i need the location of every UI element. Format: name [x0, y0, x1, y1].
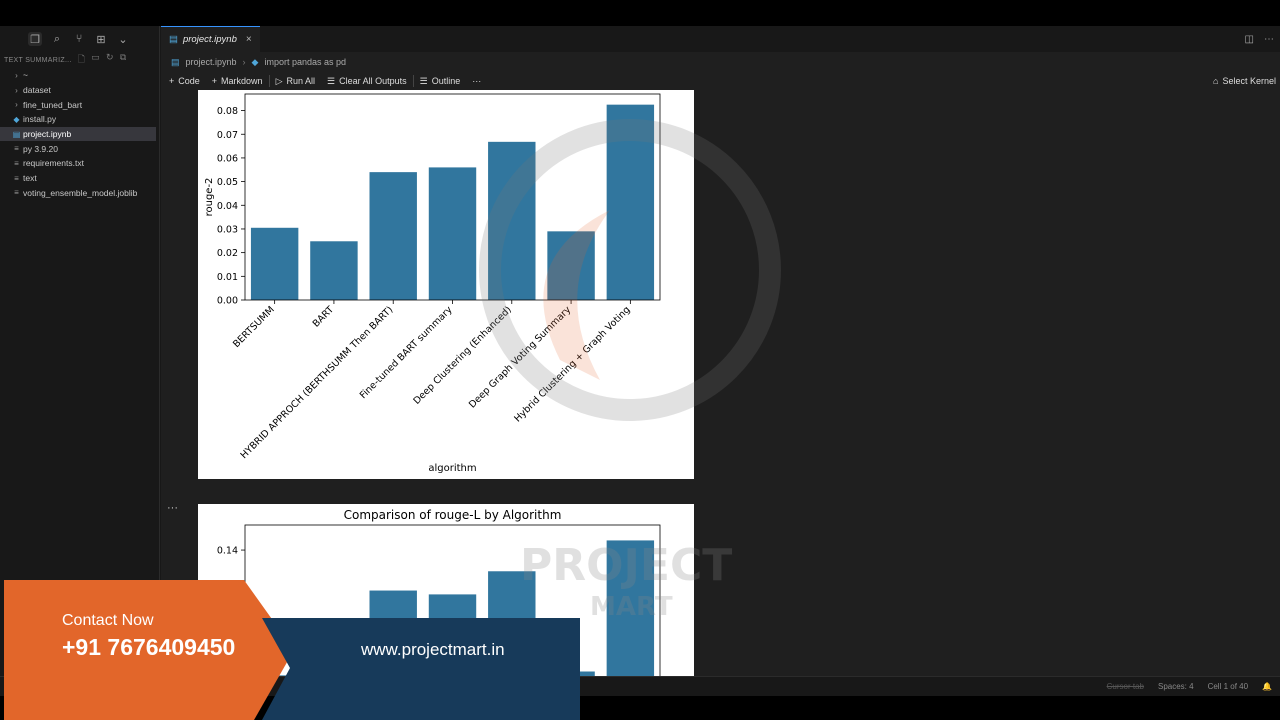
tree-item-text[interactable]: ≡ text	[0, 171, 159, 186]
y-tick-label: 0.07	[217, 130, 238, 141]
y-tick-label: 0.14	[217, 546, 238, 557]
status-cursor[interactable]: Cursor tab	[1107, 682, 1144, 691]
new-file-icon[interactable]: 🗋	[78, 52, 86, 68]
explorer-title: TEXT SUMMARIZ...	[4, 56, 72, 64]
notebook-file-icon: ▤	[169, 34, 178, 45]
promo-navy-panel	[262, 618, 580, 720]
files-icon[interactable]: ❐	[28, 32, 42, 46]
chevron-right-icon: ›	[15, 100, 18, 110]
notebook-file-icon: ▤	[12, 129, 21, 139]
y-axis-label: rouge-2	[204, 178, 215, 217]
plus-icon: +	[211, 76, 218, 86]
x-tick-label: Deep Clustering (Enhanced)	[411, 304, 513, 406]
output-cell-rouge-2: 0.00 0.01 0.02 0.03 0.04 0.05 0.06 0.07 0.08 BERT…	[198, 90, 694, 479]
x-tick-label: BERTSUMM	[231, 304, 277, 350]
tree-item-py[interactable]: ≡ py 3.9.20	[0, 141, 159, 156]
clear-outputs-button[interactable]: ☰ Clear All Outputs	[321, 76, 413, 87]
cell-more-icon[interactable]: ···	[167, 502, 178, 514]
notebook-toolbar: + Code + Markdown ▷ Run All ☰ Clear All Outp…	[161, 72, 1280, 90]
bar	[310, 241, 358, 300]
y-tick-label: 0.01	[217, 272, 238, 283]
extensions-icon[interactable]: ⊞	[94, 32, 108, 46]
more-button[interactable]: ···	[466, 76, 487, 86]
more-actions-icon[interactable]: ⋯	[1264, 34, 1274, 45]
add-markdown-button[interactable]: + Markdown	[206, 76, 269, 86]
add-code-button[interactable]: + Code	[163, 76, 206, 86]
play-icon: ▷	[275, 75, 283, 86]
close-icon[interactable]: ×	[246, 34, 252, 45]
notebook-file-icon: ▤	[171, 56, 180, 67]
tab-project-ipynb[interactable]: ▤ project.ipynb ×	[161, 26, 260, 52]
plus-icon: +	[169, 76, 175, 86]
promo-website[interactable]: www.projectmart.in	[361, 640, 505, 660]
promo-phone[interactable]: +91 7676409450	[62, 634, 235, 661]
new-folder-icon[interactable]: ▭	[91, 52, 100, 68]
tree-item-install-py[interactable]: ◆ install.py	[0, 112, 159, 127]
chevron-down-icon[interactable]: ⌄	[116, 32, 130, 46]
file-icon: ≡	[14, 144, 19, 154]
bar	[547, 231, 595, 300]
top-bar	[0, 0, 1280, 26]
search-icon[interactable]: ⌕	[50, 32, 64, 46]
breadcrumb: ▤ project.ipynb › ◆ import pandas as pd	[161, 52, 1280, 72]
tab-label: project.ipynb	[182, 34, 237, 45]
bar	[250, 227, 299, 300]
split-editor-icon[interactable]: ◫	[1245, 34, 1254, 45]
x-tick-label: Hybrid Clustering + Graph Voting	[512, 304, 632, 424]
refresh-icon[interactable]: ↻	[106, 52, 114, 68]
x-tick-label: Deep Graph Voting Summary	[467, 304, 573, 410]
file-icon: ≡	[14, 158, 19, 168]
status-spaces[interactable]: Spaces: 4	[1158, 682, 1194, 691]
bar	[488, 141, 536, 300]
y-tick-label: 0.03	[217, 224, 238, 235]
bar	[606, 540, 655, 685]
tree-item-requirements[interactable]: ≡ requirements.txt	[0, 156, 159, 171]
x-tick-label: BART	[311, 304, 336, 329]
chart-title: Comparison of rouge-L by Algorithm	[344, 508, 562, 522]
bar	[428, 167, 477, 300]
tree-item-home[interactable]: › ~	[0, 68, 159, 83]
breadcrumb-symbol[interactable]: import pandas as pd	[264, 57, 346, 67]
bar	[606, 104, 655, 300]
y-tick-label: 0.00	[217, 296, 238, 307]
y-tick-label: 0.08	[217, 106, 238, 117]
tree-item-dataset[interactable]: › dataset	[0, 83, 159, 98]
status-cell[interactable]: Cell 1 of 40	[1208, 682, 1248, 691]
y-tick-label: 0.02	[217, 248, 238, 259]
tab-bar: ▤ project.ipynb × ◫ ⋯	[161, 26, 1280, 52]
file-icon: ≡	[14, 173, 19, 183]
sidebar-toolbar: ❐ ⌕ ⑂ ⊞ ⌄	[0, 26, 159, 52]
outline-button[interactable]: ☰ Outline	[414, 76, 467, 87]
clear-icon: ☰	[327, 75, 336, 86]
promo-contact-label: Contact Now	[62, 612, 154, 629]
python-file-icon: ◆	[13, 114, 20, 124]
y-tick-label: 0.06	[217, 153, 238, 164]
bar	[369, 172, 417, 300]
x-axis-label: algorithm	[428, 463, 476, 474]
chevron-right-icon: ›	[242, 57, 246, 67]
select-kernel-button[interactable]: ⌂ Select Kernel	[1207, 76, 1280, 86]
rouge-2-chart: 0.00 0.01 0.02 0.03 0.04 0.05 0.06 0.07 0.08 BERT…	[204, 93, 661, 474]
explorer-header: TEXT SUMMARIZ... 🗋 ▭ ↻ ⧉	[0, 52, 159, 68]
source-control-icon[interactable]: ⑂	[72, 32, 86, 46]
file-tree: › ~ › dataset › fine_tuned_bart ◆ install.py…	[0, 68, 159, 200]
y-tick-label: 0.05	[217, 177, 238, 188]
code-cell-icon: ◆	[251, 56, 259, 67]
kernel-icon: ⌂	[1213, 76, 1219, 86]
bell-icon[interactable]: 🔔	[1262, 682, 1272, 691]
promo-banner: Contact Now +91 7676409450 www.projectma…	[0, 580, 600, 720]
chevron-right-icon: ›	[15, 85, 18, 95]
tree-item-project-ipynb[interactable]: ▤ project.ipynb	[0, 126, 156, 142]
run-all-button[interactable]: ▷ Run All	[270, 76, 321, 87]
y-tick-label: 0.04	[217, 201, 238, 212]
tree-item-voting-model[interactable]: ≡ voting_ensemble_model.joblib	[0, 186, 159, 201]
chevron-right-icon: ›	[15, 70, 18, 80]
breadcrumb-file[interactable]: project.ipynb	[186, 57, 237, 67]
collapse-icon[interactable]: ⧉	[120, 52, 127, 68]
tree-item-fine-tuned-bart[interactable]: › fine_tuned_bart	[0, 97, 159, 112]
list-icon: ☰	[419, 75, 428, 86]
file-icon: ≡	[14, 188, 19, 198]
